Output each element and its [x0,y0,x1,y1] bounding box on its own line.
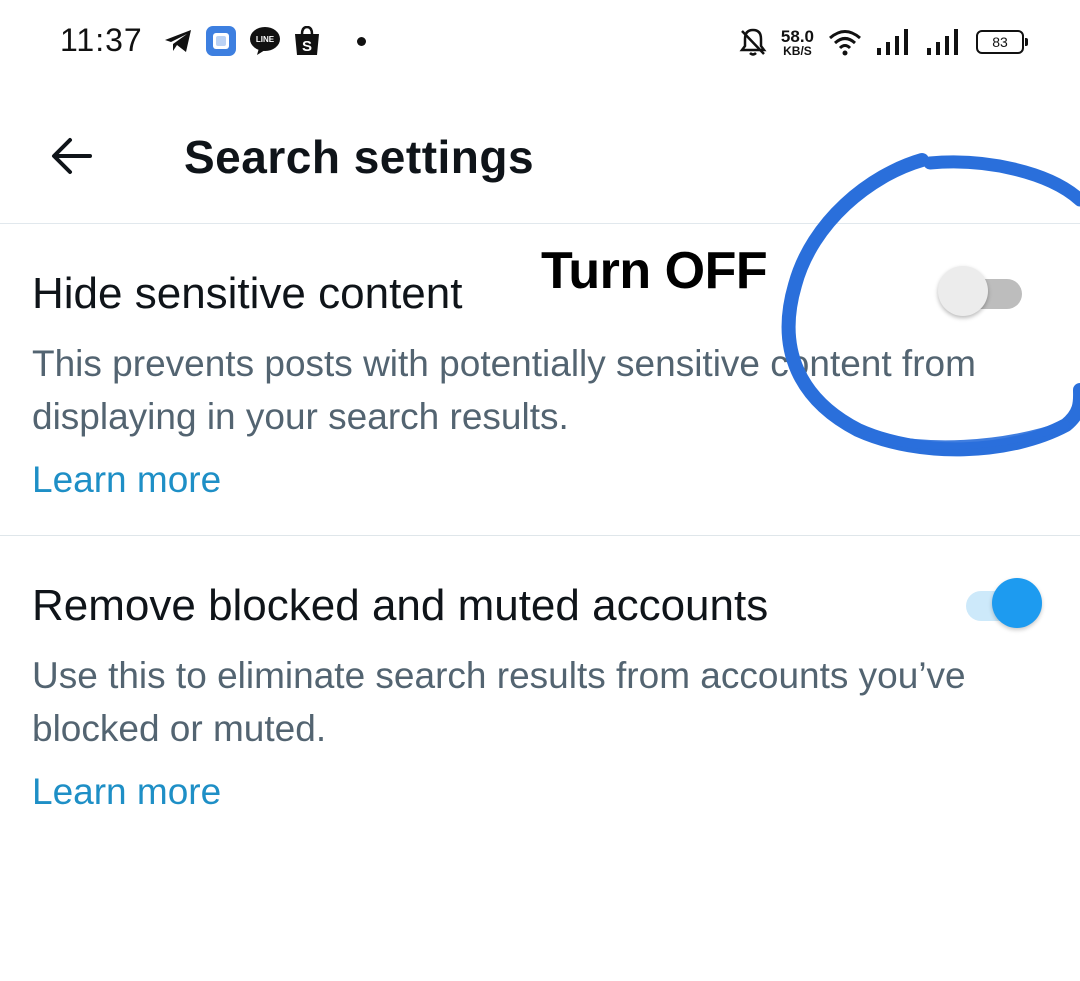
back-button[interactable] [44,128,100,184]
signal-icon [926,28,962,56]
svg-text:LINE: LINE [256,35,275,44]
system-icons: 58.0 KB/S 83 [739,22,1028,62]
hide-sensitive-content-toggle[interactable] [938,265,1022,317]
svg-text:S: S [302,38,312,55]
annotation-label: Turn OFF [541,242,768,300]
network-speed-value: 58.0 [780,26,814,46]
app-header: Search settings [0,84,1080,224]
battery-icon: 83 [976,30,1028,54]
setting-description: This prevents posts with potentially sen… [32,343,976,437]
more-notifications-dot-icon [357,36,366,46]
wifi-icon [828,28,862,56]
status-bar: 11:37 LINE S 58.0 KB/S 83 [0,0,1080,84]
network-speed-unit: KB/S [783,43,812,58]
signal-icon [876,28,912,56]
learn-more-link[interactable]: Learn more [32,771,221,813]
page-title: Search settings [184,131,535,183]
search-settings-screen: 11:37 LINE S 58.0 KB/S 83 Search setting… [0,0,1080,981]
bell-off-icon [739,27,767,57]
line-icon: LINE [249,26,281,56]
learn-more-link[interactable]: Learn more [32,459,221,501]
setting-title: Remove blocked and muted accounts [32,581,769,630]
status-time: 11:37 [60,22,143,58]
remove-blocked-muted-toggle[interactable] [958,577,1042,629]
arrow-left-icon [52,138,92,174]
app-icon [205,25,237,57]
setting-hide-sensitive-content: Hide sensitive content This prevents pos… [0,225,1080,536]
setting-remove-blocked-muted: Remove blocked and muted accounts Use th… [0,537,1080,837]
toggle-thumb [992,578,1042,628]
notification-icons: LINE S [163,24,366,58]
network-speed: 58.0 KB/S [781,28,814,57]
toggle-thumb [938,266,988,316]
shopee-icon: S [293,26,321,56]
setting-description: Use this to eliminate search results fro… [32,655,966,749]
setting-title: Hide sensitive content [32,269,463,318]
telegram-icon [163,28,193,54]
